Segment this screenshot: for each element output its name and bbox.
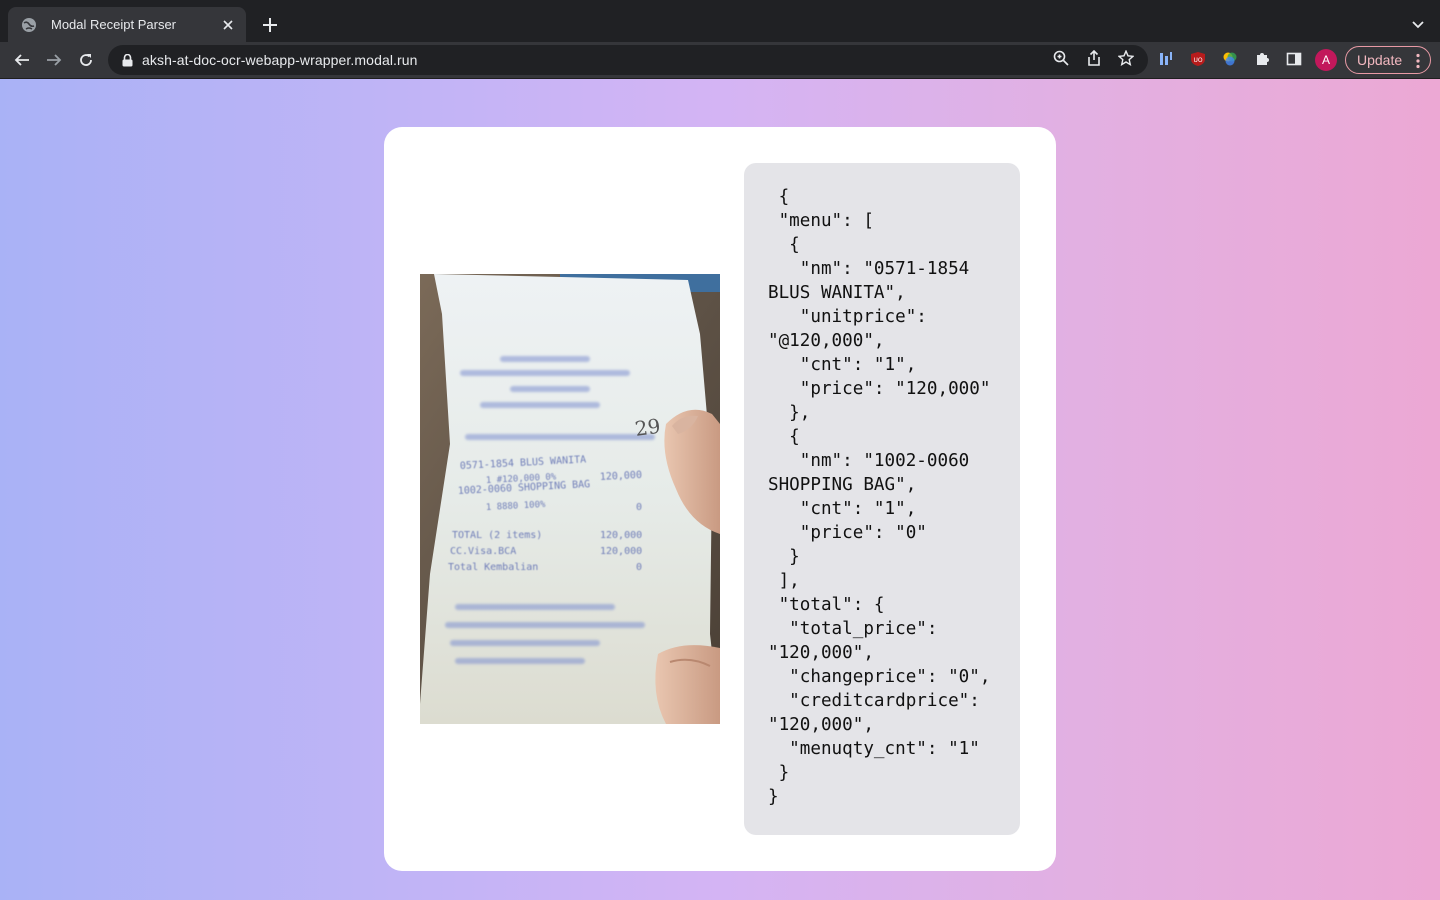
profile-avatar[interactable]: A <box>1315 49 1337 71</box>
json-line: "unitprice": <box>768 307 927 327</box>
receipt-line: 0 <box>636 562 642 573</box>
json-line: "120,000", <box>768 643 874 663</box>
result-card: 0571-1854 BLUS WANITA 1 #120,000 0% 120,… <box>384 127 1056 871</box>
ublock-icon[interactable]: UO <box>1189 50 1207 68</box>
json-line: "cnt": "1", <box>768 355 917 375</box>
update-label: Update <box>1357 52 1403 68</box>
page-viewport: 0571-1854 BLUS WANITA 1 #120,000 0% 120,… <box>0 79 1440 900</box>
json-line: "nm": "1002-0060 <box>768 451 970 471</box>
json-line: "nm": "0571-1854 <box>768 259 970 279</box>
receipt-line: 120,000 <box>600 470 643 483</box>
share-icon[interactable] <box>1085 49 1103 67</box>
receipt-line: 0 <box>636 502 642 513</box>
receipt-photo: 0571-1854 BLUS WANITA 1 #120,000 0% 120,… <box>420 274 720 724</box>
reload-icon[interactable] <box>76 50 96 70</box>
tab-strip: Modal Receipt Parser <box>0 0 1440 42</box>
json-line: }, <box>768 403 811 423</box>
receipt-line: 120,000 <box>600 530 642 541</box>
update-button[interactable]: Update <box>1345 46 1431 74</box>
bookmark-star-icon[interactable] <box>1117 49 1135 67</box>
json-line: { <box>768 427 800 447</box>
json-line: SHOPPING BAG", <box>768 475 917 495</box>
json-line: "price": "0" <box>768 523 927 543</box>
json-line: "changeprice": "0", <box>768 667 991 687</box>
zoom-icon[interactable] <box>1052 49 1070 67</box>
browser-tab[interactable]: Modal Receipt Parser <box>8 7 246 42</box>
browser-toolbar: aksh-at-doc-ocr-webapp-wrapper.modal.run… <box>0 42 1440 79</box>
json-line: "menuqty_cnt": "1" <box>768 739 980 759</box>
receipt-line: Total Kembalian <box>448 562 538 573</box>
tab-title: Modal Receipt Parser <box>51 17 176 32</box>
json-line: "@120,000", <box>768 331 885 351</box>
json-output-panel: { "menu": [ { "nm": "0571-1854 BLUS WANI… <box>744 163 1020 835</box>
json-line: "creditcardprice": <box>768 691 980 711</box>
puzzle-icon[interactable] <box>1253 50 1271 68</box>
json-line: "price": "120,000" <box>768 379 991 399</box>
json-line: "total": { <box>768 595 885 615</box>
json-line: ], <box>768 571 800 591</box>
receipt-line: TOTAL (2 items) <box>452 530 542 541</box>
json-output: { "menu": [ { "nm": "0571-1854 BLUS WANI… <box>768 185 1020 809</box>
extension-bars-icon[interactable] <box>1157 50 1175 68</box>
json-line: { <box>768 235 800 255</box>
more-vert-icon[interactable] <box>1416 53 1420 72</box>
side-panel-icon[interactable] <box>1285 50 1303 68</box>
color-extension-icon[interactable] <box>1221 50 1239 68</box>
receipt-line: 120,000 <box>600 546 642 557</box>
json-line: "cnt": "1", <box>768 499 917 519</box>
json-line: { <box>768 187 790 207</box>
lock-icon[interactable] <box>120 53 134 67</box>
receipt-handwriting: 29 <box>633 414 662 441</box>
url-text: aksh-at-doc-ocr-webapp-wrapper.modal.run <box>142 52 418 68</box>
globe-icon <box>21 17 37 33</box>
forward-arrow-icon[interactable] <box>44 50 64 70</box>
receipt-line: CC.Visa.BCA <box>450 546 516 557</box>
address-bar[interactable]: aksh-at-doc-ocr-webapp-wrapper.modal.run <box>108 45 1148 75</box>
json-line: } <box>768 547 800 567</box>
svg-text:UO: UO <box>1193 57 1202 64</box>
new-tab-icon[interactable] <box>260 15 280 35</box>
json-line: } <box>768 787 779 807</box>
close-tab-icon[interactable] <box>220 17 236 33</box>
chevron-down-icon[interactable] <box>1409 16 1427 34</box>
json-line: } <box>768 763 790 783</box>
json-line: BLUS WANITA", <box>768 283 906 303</box>
json-line: "total_price": <box>768 619 938 639</box>
json-line: "menu": [ <box>768 211 874 231</box>
back-arrow-icon[interactable] <box>12 50 32 70</box>
json-line: "120,000", <box>768 715 874 735</box>
